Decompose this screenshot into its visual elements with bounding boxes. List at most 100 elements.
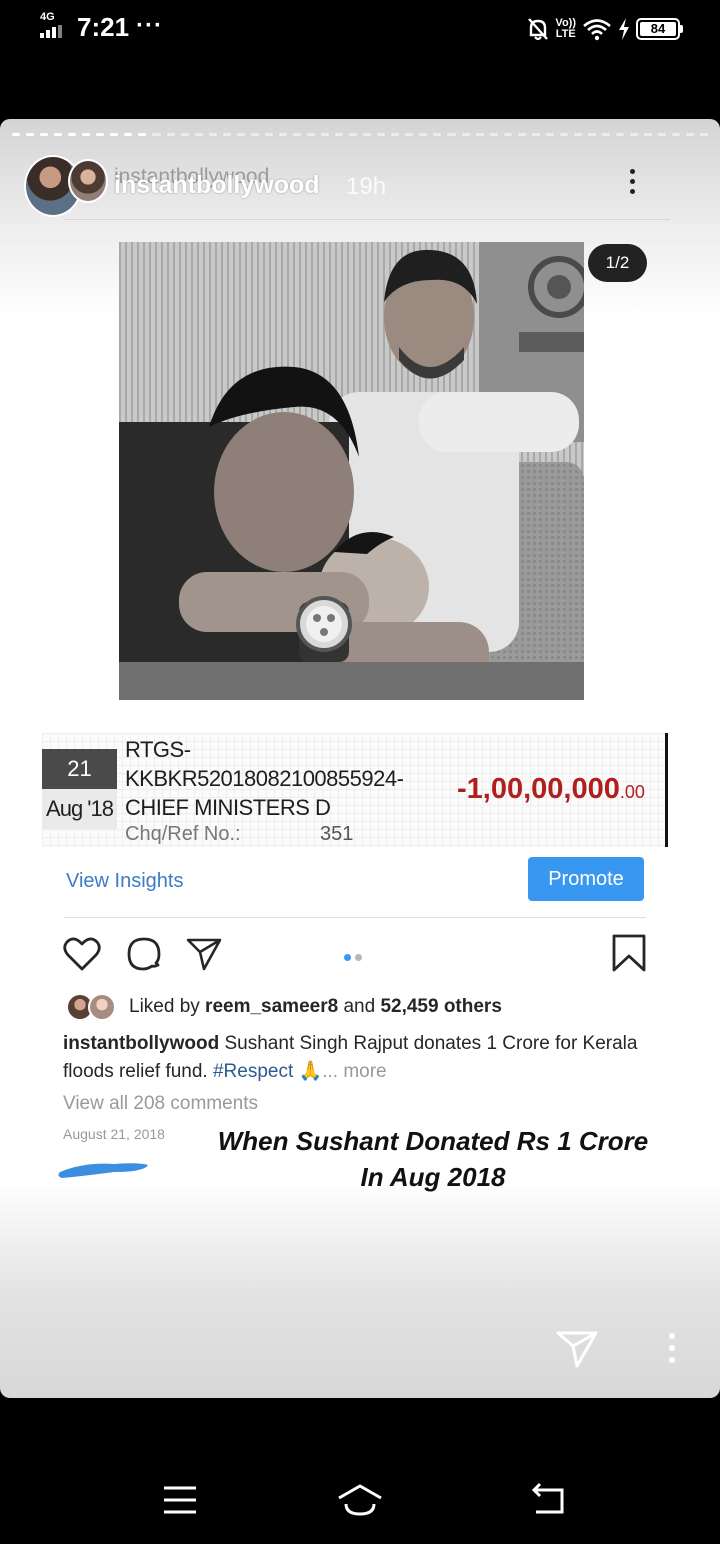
caption-username[interactable]: instantbollywood [63,1033,219,1054]
story-progress-segment [700,133,709,136]
story-progress-segment [12,133,21,136]
battery-level: 84 [640,22,676,36]
story-progress-segment [531,133,540,136]
story-progress-segment [138,133,147,136]
story-progress-segment [601,133,611,136]
story-progress-segment [180,133,189,136]
story-progress-segment [377,133,386,136]
story-progress-segment [124,133,133,136]
redaction-scribble [58,1163,148,1178]
story-username[interactable]: instantbollywood [114,171,320,200]
story-progress-segment [503,133,512,136]
mute-bell-icon [528,18,549,41]
story-progress-segment [68,133,77,136]
like-heart-icon[interactable] [62,934,102,974]
share-send-icon[interactable] [184,934,224,974]
post-photo[interactable] [119,242,584,700]
divider [64,219,670,220]
story-progress-segment [391,133,400,136]
home-icon[interactable] [336,1480,384,1520]
transaction-day: 21 [42,749,117,789]
transaction-date: 21 Aug '18 [42,749,117,829]
story-progress-segment [587,133,596,136]
clock: 7:21 [77,12,130,42]
volte-indicator: Vo)) LTE [555,17,576,40]
story-progress-segment [475,133,484,136]
story-progress-segment [96,133,105,136]
more-notifications-icon: ··· [136,12,163,39]
story-progress-segment [405,133,414,136]
story-viewer[interactable]: instantbollywood instantbollywood 19h 1/… [0,119,720,1398]
story-progress-segment [644,133,653,136]
status-icons: Vo)) LTE 84 [527,14,683,44]
story-progress-segment [672,133,681,136]
story-progress-segment [110,133,119,136]
transaction-amount: -1,00,00,000.00 [457,773,645,805]
story-progress-segment [278,133,287,136]
network-type: 4G [40,11,55,23]
story-progress-segment [447,133,456,136]
story-progress-segment [250,133,259,136]
divider [64,917,646,918]
post-more-icon[interactable] [622,167,642,197]
story-progress-segment [419,133,428,136]
send-message-icon[interactable] [555,1329,599,1369]
story-progress-segment [545,133,554,136]
story-progress-segment [152,133,161,136]
signal-icon [40,25,66,38]
story-progress-segment [40,133,49,136]
divider [665,733,668,847]
bookmark-icon[interactable] [610,934,650,974]
story-progress-segment [208,133,217,136]
post-caption: instantbollywood Sushant Singh Rajput do… [63,1033,638,1082]
bank-statement-entry: 21 Aug '18 RTGS- KKBKR52018082100855924-… [42,733,668,847]
transaction-month: Aug '18 [42,789,117,829]
likes-summary[interactable]: Liked by reem_sameer8 and 52,459 others [129,996,502,1018]
story-progress-segment [349,133,358,136]
post-date: August 21, 2018 [63,1126,165,1142]
story-progress-segment [489,133,498,136]
battery-icon: 84 [636,18,683,40]
story-progress-segment [236,133,245,136]
story-progress-segment [658,133,667,136]
promote-button[interactable]: Promote [528,857,644,901]
wifi-icon [583,19,611,41]
hashtag-link[interactable]: #Respect [213,1061,293,1082]
menu-icon[interactable] [160,1480,200,1520]
story-header: instantbollywood instantbollywood 19h [0,155,720,219]
story-progress-segment [82,133,91,136]
caption-more-link[interactable]: ... more [322,1061,386,1082]
story-progress-segment [335,133,344,136]
story-progress-segment [166,133,175,136]
photo-illustration [119,242,584,700]
story-progress-segment [194,133,203,136]
story-progress-segment [306,133,316,136]
view-insights-link[interactable]: View Insights [66,870,183,893]
story-progress-segment [363,133,372,136]
story-progress-segment [461,133,470,136]
liked-by-avatars [66,993,118,1021]
story-options-icon[interactable] [662,1331,682,1367]
back-icon[interactable] [528,1480,568,1520]
story-progress-segment [26,133,35,136]
charging-icon [619,18,629,40]
story-progress-segment [321,133,330,136]
story-progress-bar [12,133,709,136]
story-progress-segment [54,133,63,136]
story-avatar-secondary [68,159,108,203]
system-nav-bar [0,1440,720,1544]
status-bar: 4G 7:21 ··· Vo)) LTE 84 [0,0,720,60]
story-progress-segment [433,133,442,136]
carousel-dots [344,948,366,966]
story-progress-segment [630,133,639,136]
story-progress-segment [222,133,231,136]
story-progress-segment [292,133,301,136]
carousel-page-indicator: 1/2 [588,244,647,282]
comment-icon[interactable] [124,934,164,974]
story-progress-segment [686,133,695,136]
ref-number: 351 [320,823,354,845]
story-progress-segment [559,133,568,136]
ref-label: Chq/Ref No.: [125,823,241,845]
story-progress-segment [616,133,625,136]
view-comments-link[interactable]: View all 208 comments [63,1093,258,1115]
